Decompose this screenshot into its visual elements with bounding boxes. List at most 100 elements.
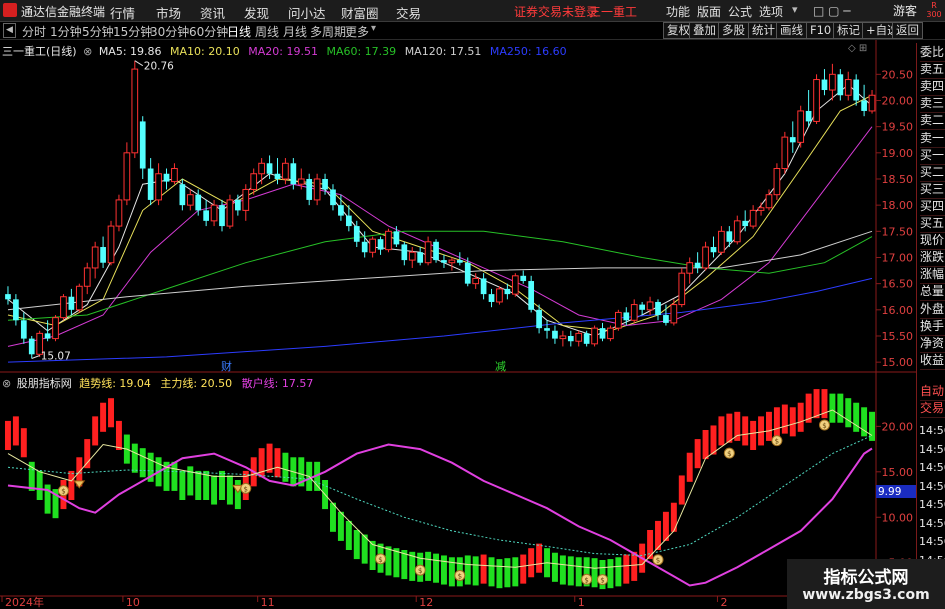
quote-label-8[interactable]: 买三	[920, 181, 945, 199]
price-tick-label: 16.50	[882, 278, 914, 291]
candle-up	[559, 335, 567, 340]
candle-up	[226, 199, 234, 227]
quote-label-14[interactable]: 总量	[920, 283, 945, 302]
quote-label-2[interactable]: 卖四	[920, 78, 945, 97]
indicator-bar	[520, 554, 527, 584]
candle-down	[663, 315, 669, 323]
trade-time-3: 14:56	[919, 479, 945, 493]
indicator-bar	[607, 559, 614, 589]
indicator-bar	[179, 470, 186, 500]
watermark-title: 指标公式网	[823, 568, 909, 588]
candle-up	[678, 272, 686, 306]
candle-down	[441, 260, 447, 263]
trade-time-0: 14:56	[919, 424, 945, 437]
candle-down	[552, 330, 558, 339]
candle-down	[567, 335, 574, 342]
quote-label-7[interactable]: 买二	[920, 164, 945, 182]
indicator-bar	[92, 416, 99, 446]
quote-label-17[interactable]: 净资	[920, 335, 945, 353]
candle-up	[385, 230, 392, 251]
candle-up	[408, 251, 416, 261]
quote-label-5[interactable]: 卖一	[920, 130, 945, 148]
price-tick-label: 15.50	[882, 330, 914, 343]
indicator-bar	[139, 448, 146, 478]
candle-down	[266, 163, 273, 174]
quote-label-15[interactable]: 外盘	[920, 301, 945, 319]
candle-down	[417, 252, 424, 263]
quote-label-1[interactable]: 卖五	[920, 61, 945, 80]
quote-label-0[interactable]: 委比	[920, 44, 945, 62]
quote-label-12[interactable]: 涨跌	[920, 249, 945, 268]
candle-down	[623, 312, 630, 321]
quote-label-6[interactable]: 买一	[920, 147, 945, 165]
quote-label-10[interactable]: 买五	[920, 215, 945, 233]
quote-label-4[interactable]: 卖二	[920, 112, 945, 131]
candle-down	[5, 294, 11, 300]
candle-down	[639, 304, 645, 310]
indicator-bar	[781, 404, 788, 434]
money-bag-symbol: $	[584, 576, 588, 584]
watermark: 指标公式网 www.zbgs3.com	[787, 559, 945, 609]
candle-up	[123, 152, 131, 201]
candle-up	[83, 267, 91, 287]
time-tick-label: 10	[126, 596, 140, 609]
candle-down	[433, 241, 439, 261]
candle-down	[464, 262, 471, 284]
indicator-bar	[337, 511, 344, 541]
indicator-bar	[266, 443, 273, 473]
indicator-bar	[750, 420, 757, 450]
reduction-marker[interactable]: 减	[495, 358, 506, 374]
trade-time-6: 14:56	[919, 535, 945, 548]
candle-up	[131, 68, 139, 154]
candle-up	[607, 327, 614, 340]
candle-down	[353, 226, 360, 242]
indicator-bar	[591, 558, 598, 588]
quote-label-18[interactable]: 收益	[920, 352, 945, 370]
auto-trade-0[interactable]: 自动	[920, 383, 945, 401]
indicator-bar	[694, 439, 701, 469]
candle-up	[646, 301, 654, 311]
price-tick-label: 19.00	[882, 147, 914, 160]
price-tick-label: 17.50	[882, 225, 914, 238]
auto-trade-1[interactable]: 交易	[920, 400, 945, 418]
indicator-bar	[131, 443, 138, 473]
indicator-bar	[623, 554, 630, 584]
candle-down	[544, 328, 550, 331]
candle-up	[733, 220, 741, 243]
indicator-bar	[678, 475, 685, 505]
indicator-tick-label: 10.00	[882, 511, 914, 524]
price-tick-label: 20.50	[882, 68, 914, 81]
quote-label-16[interactable]: 换手	[920, 318, 945, 336]
chart-svg[interactable]: 20.7615.07 $ $$$$ $ $$$$$ 20.5020.0019.5019…	[0, 0, 945, 609]
price-tick-label: 16.00	[882, 304, 914, 317]
quote-label-11[interactable]: 现价	[920, 232, 945, 251]
candle-up	[282, 162, 289, 180]
candle-up	[773, 168, 781, 196]
indicator-bar	[504, 558, 511, 588]
candle-up	[829, 73, 836, 91]
quote-side-panel: 委比 卖五 卖四 卖三 卖二 卖一 买一 买二 买三 买四 买五 现价 涨跌 涨幅 总量 外盘 换手 净资 收益自动…	[916, 43, 945, 609]
financial-report-marker[interactable]: 财	[221, 358, 232, 374]
candle-down	[821, 79, 828, 91]
indicator-bar	[425, 551, 432, 581]
candle-up	[448, 259, 456, 264]
indicator-bar	[829, 393, 836, 423]
candle-up	[670, 304, 678, 324]
indicator-bar	[68, 470, 75, 500]
candle-down	[13, 299, 19, 321]
quote-label-3[interactable]: 卖三	[920, 95, 945, 114]
quote-label-13[interactable]: 涨幅	[920, 266, 945, 285]
candle-down	[139, 121, 146, 169]
money-bag-symbol: $	[244, 485, 248, 493]
quote-label-9[interactable]: 买四	[920, 198, 945, 216]
price-tick-label: 18.50	[882, 173, 914, 186]
candle-down	[330, 189, 336, 206]
diamond-signal-icon[interactable]	[73, 480, 86, 489]
candle-down	[536, 309, 542, 329]
indicator-bar	[496, 559, 503, 589]
indicator-bar	[187, 466, 194, 496]
time-tick-label: 2024年	[5, 595, 44, 609]
candle-up	[757, 207, 765, 211]
candle-up	[186, 194, 194, 206]
money-bag-symbol: $	[418, 567, 422, 575]
